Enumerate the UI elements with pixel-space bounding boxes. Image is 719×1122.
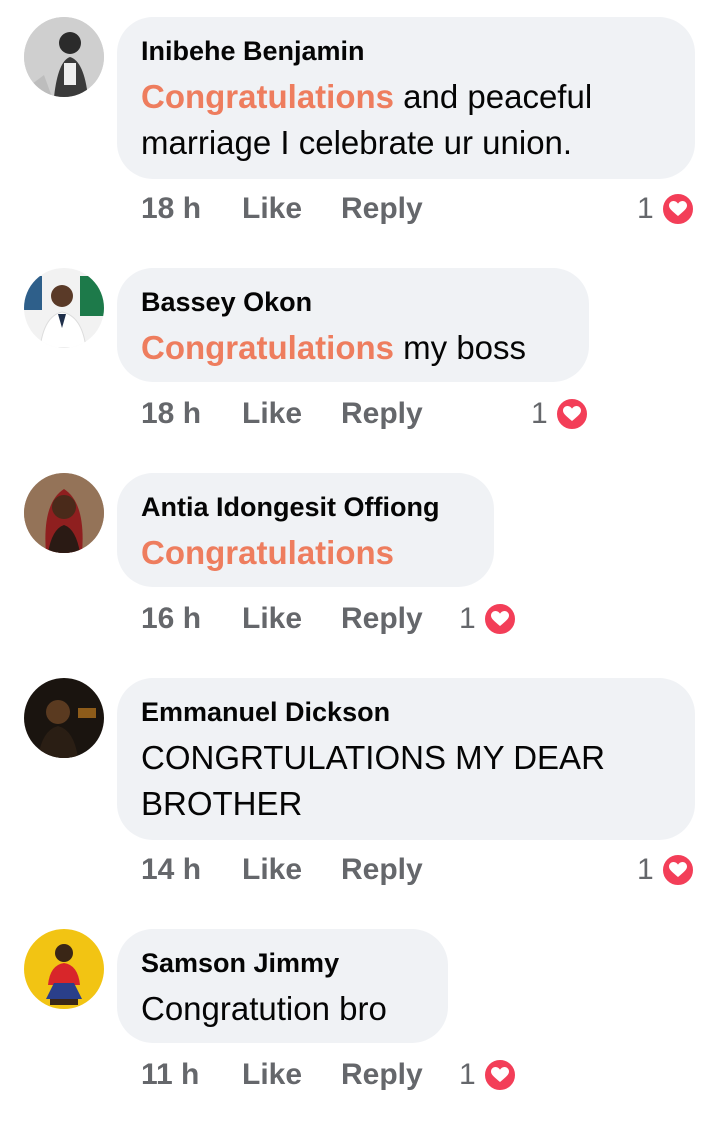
reply-button[interactable]: Reply — [341, 599, 423, 639]
comment-text-body: CONGRTULATIONS MY DEAR BROTHER — [141, 739, 605, 822]
reaction-summary[interactable]: 1 — [459, 1055, 519, 1095]
avatar[interactable] — [24, 268, 104, 348]
comment-text: CONGRTULATIONS MY DEAR BROTHER — [141, 735, 641, 827]
like-button[interactable]: Like — [242, 599, 302, 639]
comment-bubble: Inibehe Benjamin Congratulations and pea… — [117, 17, 695, 179]
comment-time[interactable]: 18 h — [141, 189, 201, 229]
reaction-summary[interactable]: 1 — [459, 599, 519, 639]
reaction-count: 1 — [637, 853, 654, 886]
like-button[interactable]: Like — [242, 394, 302, 434]
avatar-photo — [24, 678, 104, 758]
comment-highlight: Congratulations — [141, 329, 394, 366]
reaction-summary[interactable]: 1 — [637, 189, 697, 229]
comment-highlight: Congratulations — [141, 534, 394, 571]
comment-bubble: Emmanuel Dickson CONGRTULATIONS MY DEAR … — [117, 678, 695, 840]
comment-text-body: my boss — [394, 329, 527, 366]
comment-time[interactable]: 14 h — [141, 850, 201, 890]
reaction-count: 1 — [637, 192, 654, 225]
like-button[interactable]: Like — [242, 850, 302, 890]
heart-icon — [483, 602, 517, 636]
reaction-count: 1 — [459, 1058, 476, 1091]
avatar-photo — [24, 929, 104, 1009]
comment-time[interactable]: 16 h — [141, 599, 201, 639]
avatar-photo — [24, 268, 104, 348]
comment-highlight: Congratulations — [141, 78, 394, 115]
comment-text: Congratulations and peaceful marriage I … — [141, 74, 671, 166]
comment-time[interactable]: 11 h — [141, 1055, 199, 1095]
comment-actions: 16 h Like Reply — [141, 599, 441, 639]
reply-button[interactable]: Reply — [341, 189, 423, 229]
comment-actions: 14 h Like Reply — [141, 850, 441, 890]
like-button[interactable]: Like — [242, 1055, 302, 1095]
avatar[interactable] — [24, 678, 104, 758]
reply-button[interactable]: Reply — [341, 1055, 423, 1095]
avatar[interactable] — [24, 929, 104, 1009]
comment-bubble: Samson Jimmy Congratution bro — [117, 929, 448, 1043]
comment-text: Congratulations my boss — [141, 325, 565, 371]
comment-author[interactable]: Emmanuel Dickson — [141, 695, 671, 729]
comment-actions: 18 h Like Reply — [141, 189, 441, 229]
comment-text: Congratulations — [141, 530, 470, 576]
heart-icon — [483, 1058, 517, 1092]
reply-button[interactable]: Reply — [341, 850, 423, 890]
comment-author[interactable]: Inibehe Benjamin — [141, 34, 671, 68]
avatar[interactable] — [24, 473, 104, 553]
reaction-count: 1 — [531, 397, 548, 430]
reply-button[interactable]: Reply — [341, 394, 423, 434]
comment-text: Congratution bro — [141, 986, 424, 1032]
comment-actions: 18 h Like Reply — [141, 394, 441, 434]
heart-icon — [661, 192, 695, 226]
reaction-summary[interactable]: 1 — [637, 850, 697, 890]
comment-author[interactable]: Bassey Okon — [141, 285, 565, 319]
reaction-count: 1 — [459, 602, 476, 635]
comment-bubble: Bassey Okon Congratulations my boss — [117, 268, 589, 382]
heart-icon — [661, 853, 695, 887]
comment-author[interactable]: Antia Idongesit Offiong — [141, 490, 470, 524]
avatar-photo — [24, 17, 104, 97]
comment-bubble: Antia Idongesit Offiong Congratulations — [117, 473, 494, 587]
heart-icon — [555, 397, 589, 431]
comment-text-body: Congratution bro — [141, 990, 387, 1027]
comment-time[interactable]: 18 h — [141, 394, 201, 434]
avatar-photo — [24, 473, 104, 553]
avatar[interactable] — [24, 17, 104, 97]
reaction-summary[interactable]: 1 — [531, 394, 591, 434]
comment-author[interactable]: Samson Jimmy — [141, 946, 424, 980]
like-button[interactable]: Like — [242, 189, 302, 229]
comment-actions: 11 h Like Reply — [141, 1055, 441, 1095]
